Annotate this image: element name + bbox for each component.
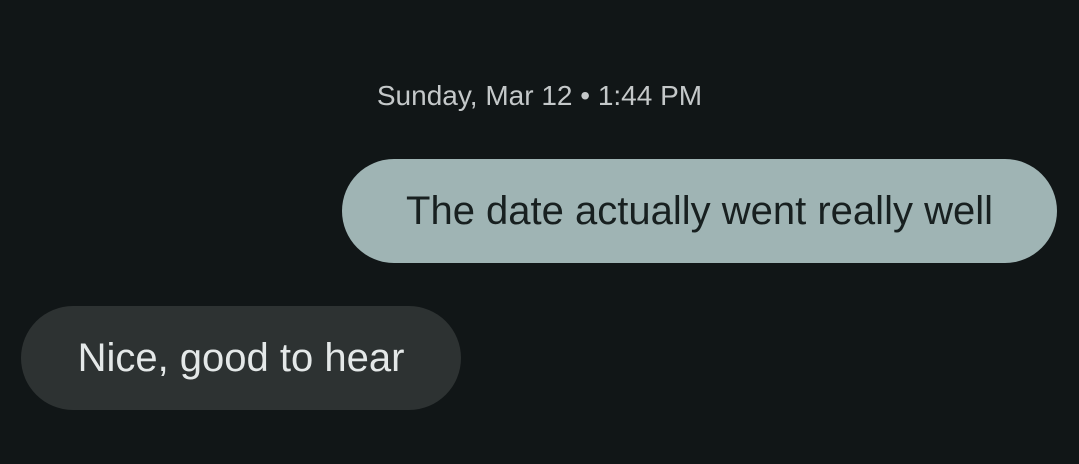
incoming-message-text: Nice, good to hear — [77, 335, 405, 380]
outgoing-message-text: The date actually went really well — [406, 188, 993, 233]
conversation-thread: Sunday, Mar 12 • 1:44 PM The date actual… — [0, 0, 1079, 464]
incoming-message-bubble[interactable]: Nice, good to hear — [21, 306, 461, 410]
message-timestamp: Sunday, Mar 12 • 1:44 PM — [376, 80, 703, 111]
outgoing-message-bubble[interactable]: The date actually went really well — [342, 159, 1057, 263]
